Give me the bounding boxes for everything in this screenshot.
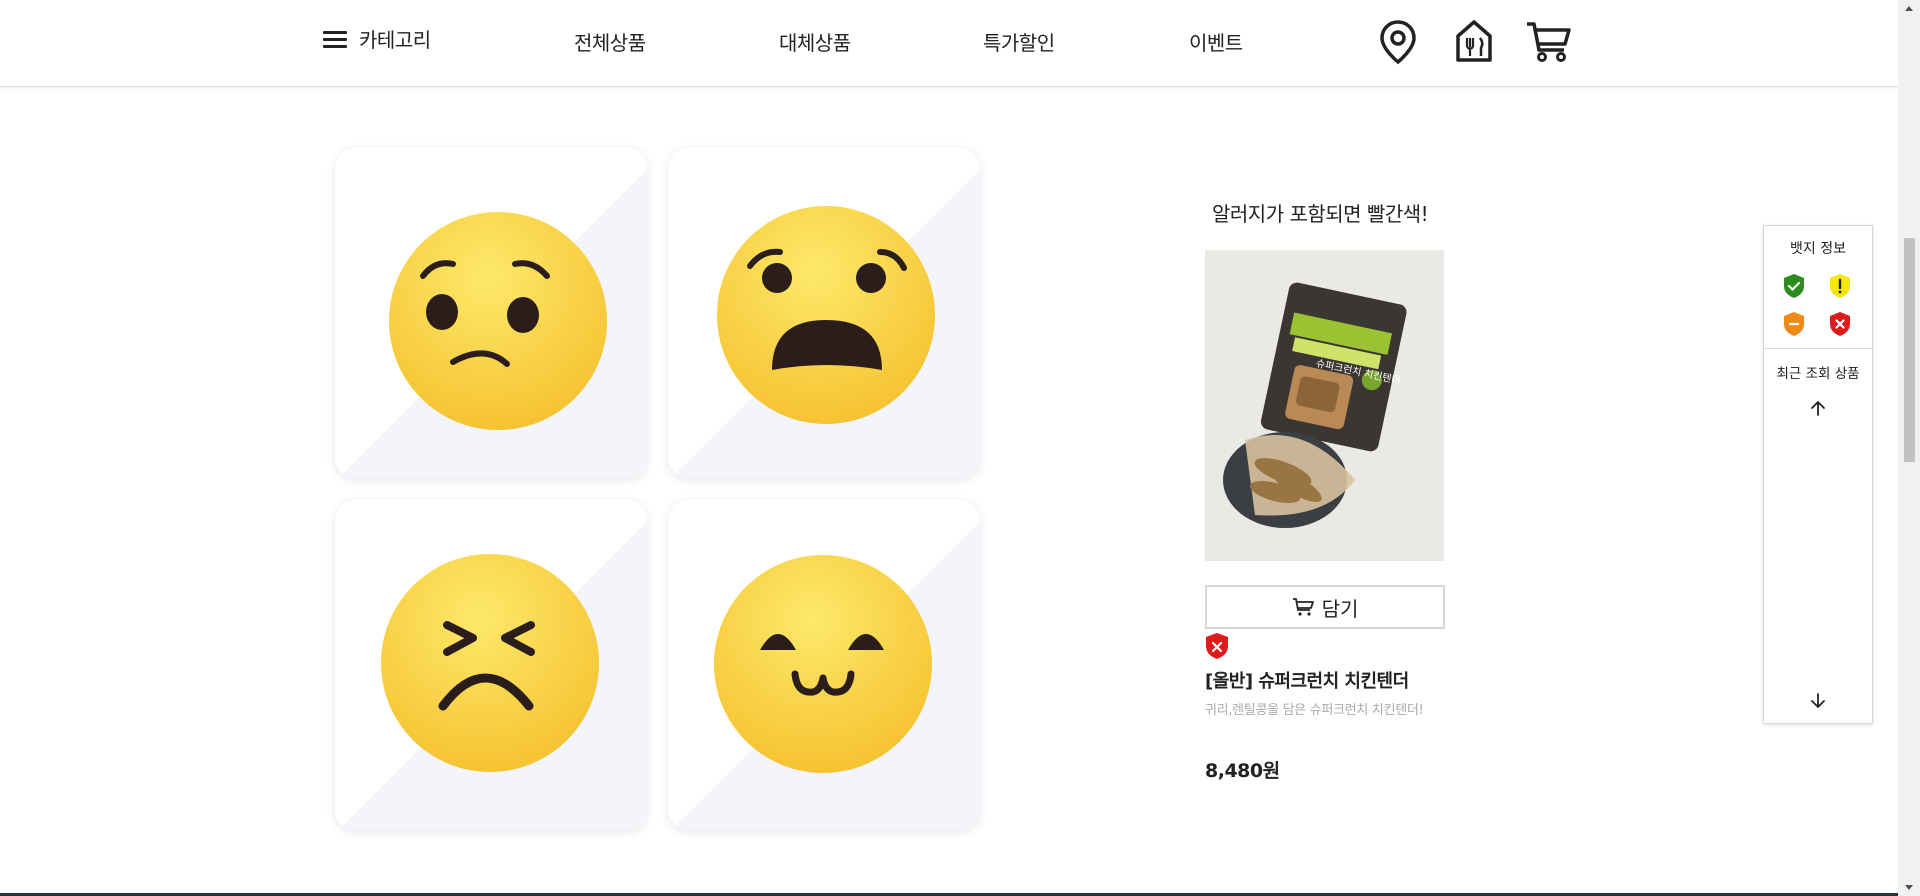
tired-face-icon [381, 554, 599, 772]
category-menu-button[interactable]: 카테고리 [323, 24, 431, 53]
emoji-card-anguished[interactable] [668, 148, 980, 478]
yellow-exclamation-badge-icon [1830, 274, 1850, 298]
anguished-face-icon [717, 206, 935, 424]
arrow-up-icon[interactable] [1808, 398, 1828, 418]
nav-event[interactable]: 이벤트 [1189, 27, 1243, 56]
allergy-promo-text: 알러지가 포함되면 빨간색! [1212, 202, 1429, 226]
scroll-up-icon[interactable] [1898, 0, 1920, 17]
cart-icon[interactable] [1525, 18, 1571, 64]
emoji-card-cute-smile[interactable] [668, 500, 980, 830]
product-image[interactable]: 슈퍼크런치 치킨텐더 [1205, 250, 1444, 561]
side-divider [1764, 348, 1872, 349]
product-price: 8,480원 [1205, 760, 1280, 782]
nav-all-products[interactable]: 전체상품 [574, 27, 646, 56]
add-to-cart-label: 담기 [1321, 596, 1359, 621]
category-label: 카테고리 [359, 28, 431, 52]
arrow-down-icon[interactable] [1808, 691, 1828, 711]
allergy-red-badge-icon [1206, 633, 1228, 659]
side-panel: 뱃지 정보 최근 조회 상품 [1763, 225, 1873, 724]
red-x-badge-icon [1830, 312, 1850, 336]
worried-face-icon [389, 212, 607, 430]
page-scrollbar[interactable] [1898, 0, 1920, 896]
nav-special-discount[interactable]: 특가할인 [983, 27, 1055, 56]
emoji-card-tired[interactable] [335, 500, 647, 830]
location-pin-icon[interactable] [1378, 18, 1418, 66]
product-description: 귀리,렌틸콩을 담은 슈퍼크런치 치킨텐더! [1205, 703, 1424, 718]
add-to-cart-button[interactable]: 담기 [1205, 585, 1445, 629]
orange-minus-badge-icon [1784, 312, 1804, 336]
emoji-card-worried[interactable] [335, 148, 647, 478]
cart-small-icon [1292, 598, 1314, 616]
green-check-badge-icon [1784, 274, 1804, 298]
cute-smile-face-icon [714, 555, 932, 773]
product-photo: 슈퍼크런치 치킨텐더 [1205, 250, 1444, 561]
store-icon[interactable] [1455, 18, 1493, 64]
product-name[interactable]: [올반] 슈퍼크런치 치킨텐더 [1205, 667, 1409, 693]
scroll-thumb[interactable] [1904, 238, 1915, 462]
hamburger-icon [323, 30, 347, 48]
top-navigation: 카테고리 전체상품 대체상품 특가할인 이벤트 [0, 0, 1898, 87]
scroll-down-icon[interactable] [1898, 879, 1920, 896]
recent-viewed-title: 최근 조회 상품 [1776, 366, 1860, 382]
nav-substitute-products[interactable]: 대체상품 [779, 27, 851, 56]
badge-info-title: 뱃지 정보 [1790, 241, 1846, 257]
